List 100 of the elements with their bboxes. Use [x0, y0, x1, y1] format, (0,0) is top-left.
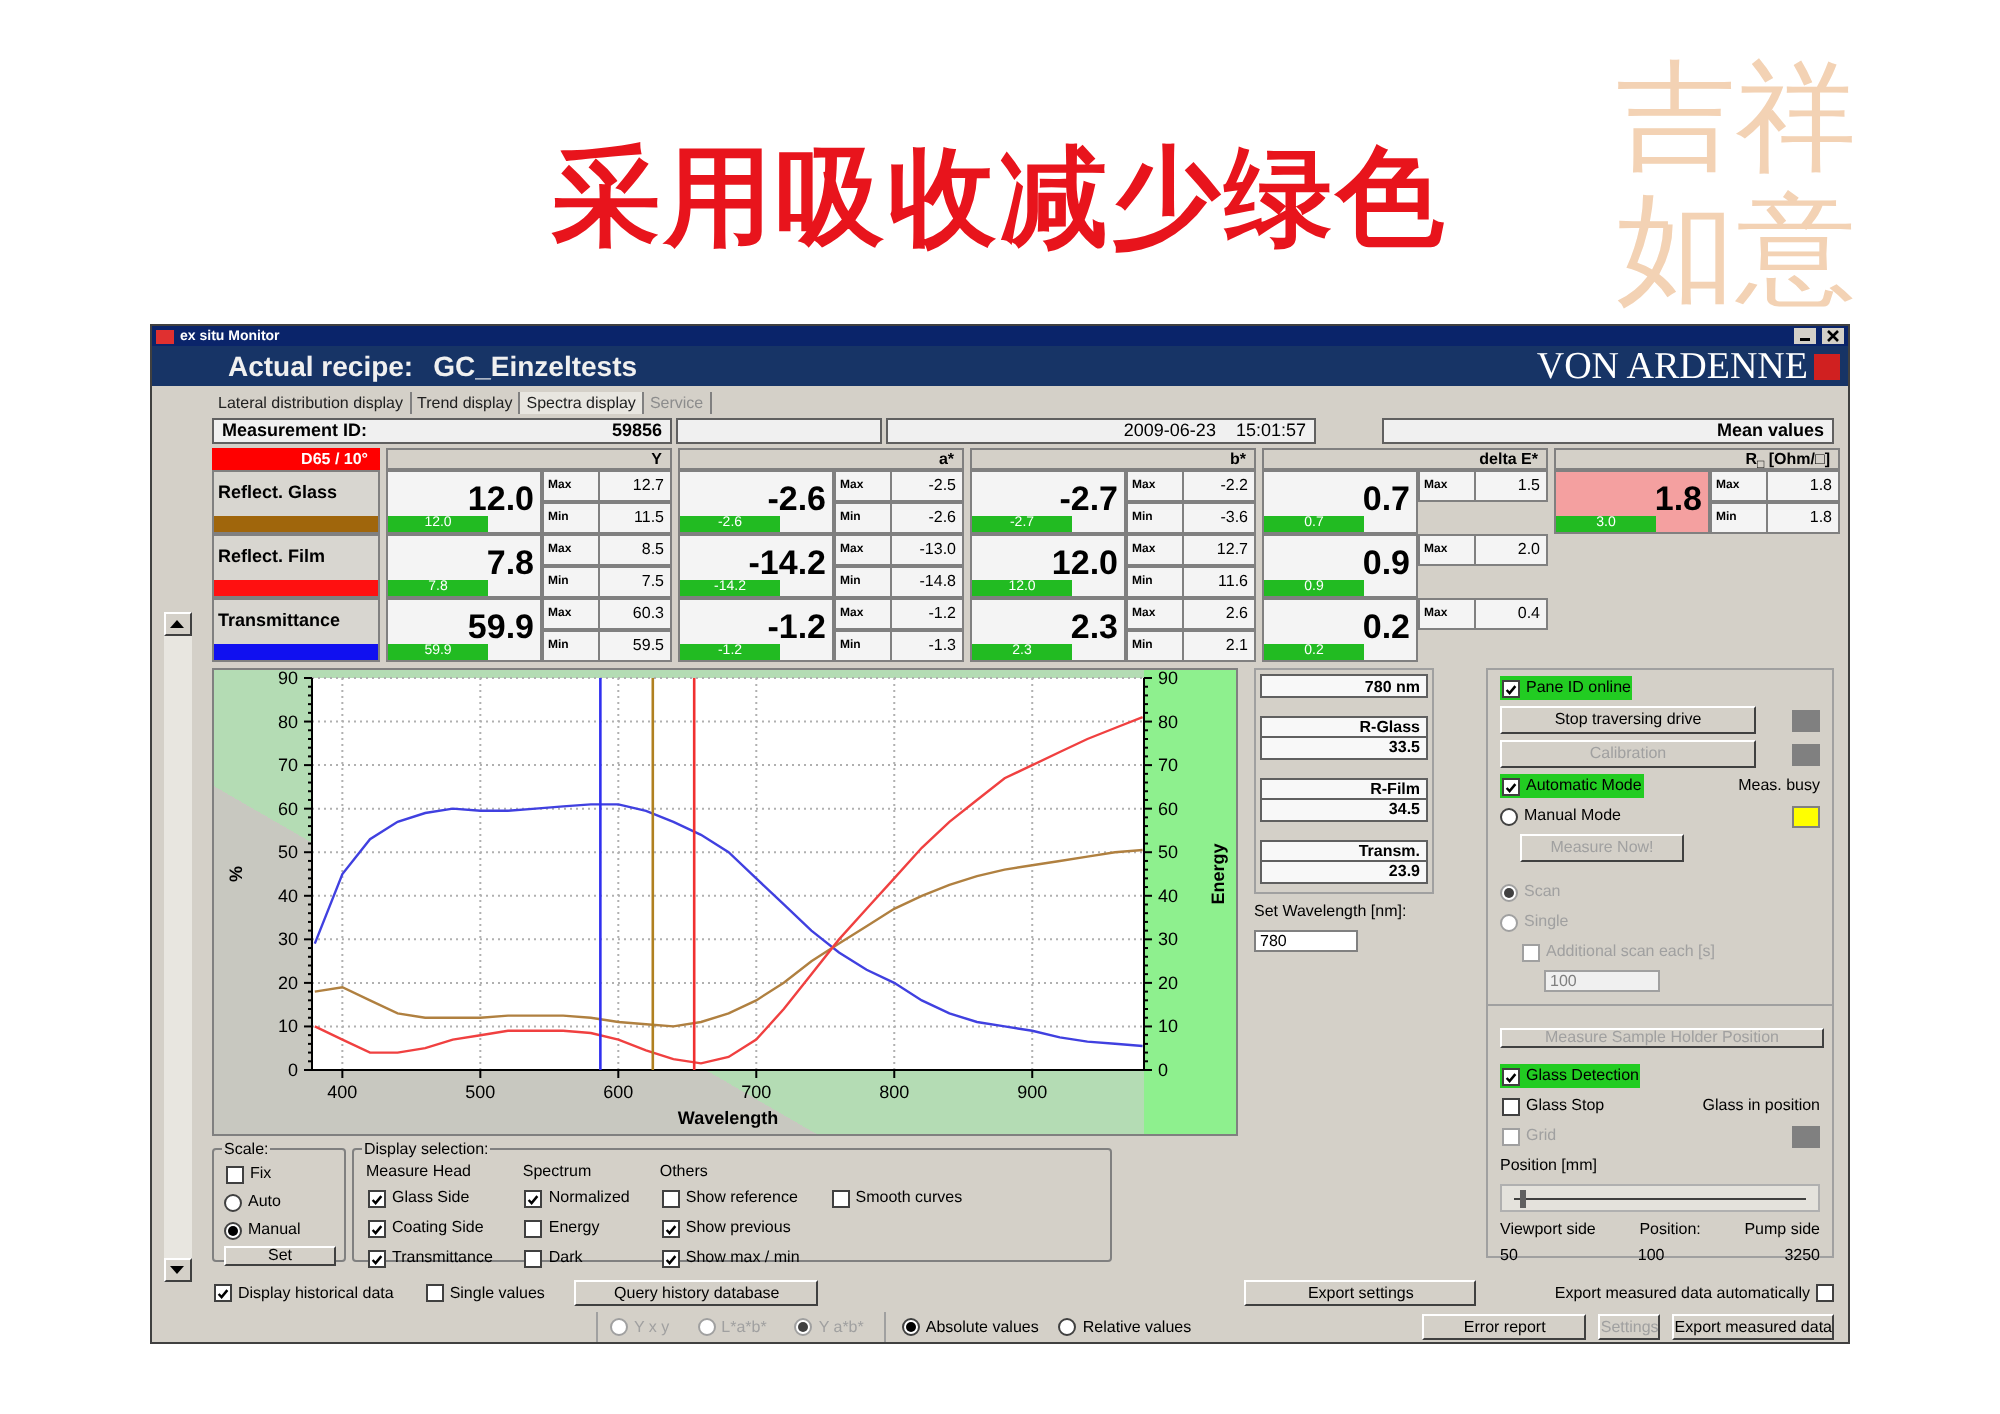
minimize-button[interactable] — [1794, 328, 1816, 344]
min-value: 11.6 — [1216, 570, 1250, 594]
close-icon — [1826, 330, 1840, 342]
max-value: 8.5 — [639, 538, 666, 562]
position-value: 100 — [1637, 1244, 1665, 1268]
column-header: b* — [970, 448, 1256, 470]
axis-title: Wavelength — [677, 1108, 779, 1128]
tick-label: 10 — [1158, 1016, 1179, 1037]
tick-label: 900 — [1017, 1082, 1048, 1102]
tick-label: 70 — [277, 755, 298, 776]
tick-label: 800 — [879, 1082, 910, 1102]
position-label: Viewport side — [1500, 1218, 1596, 1242]
query-history-button[interactable]: Query history database — [574, 1280, 819, 1306]
tick-label: 40 — [1158, 885, 1179, 906]
checkbox[interactable]: Display historical data — [212, 1281, 396, 1305]
column-header: delta E* — [1262, 448, 1548, 470]
readout-value: 34.5 — [1260, 800, 1428, 822]
checkbox[interactable]: Dark — [522, 1246, 632, 1270]
position-label: Position: — [1639, 1218, 1701, 1242]
min-value: -2.6 — [926, 506, 958, 530]
close-button[interactable] — [1822, 328, 1844, 344]
checkbox[interactable]: Energy — [522, 1216, 632, 1240]
tick-label: 30 — [1158, 929, 1179, 950]
group-label: Display selection: — [362, 1138, 491, 1162]
row-label: Reflect. Film — [216, 544, 326, 571]
checkmark-icon — [1504, 681, 1518, 697]
max-value: 0.4 — [1515, 602, 1542, 626]
export-data-button[interactable]: Export measured data — [1672, 1314, 1834, 1340]
max-value: -13.0 — [917, 538, 958, 562]
radio-button[interactable] — [1058, 1318, 1077, 1336]
tab[interactable]: Spectra display — [520, 392, 644, 414]
tick-label: 0 — [1158, 1060, 1169, 1080]
checkbox[interactable]: Normalized — [522, 1186, 632, 1210]
status-label: Meas. busy — [1738, 774, 1820, 798]
checkbox[interactable]: Single values — [423, 1281, 547, 1305]
value-text: -1.2 — [767, 610, 826, 644]
radio-button[interactable] — [901, 1318, 920, 1336]
axis-title: Energy — [1208, 843, 1228, 905]
checkmark-icon — [216, 1286, 230, 1302]
scroll-down-button[interactable] — [163, 1258, 191, 1282]
measurement-date: 2009-06-23 — [1123, 417, 1216, 444]
stop-button[interactable]: Stop traversing drive — [1500, 706, 1756, 734]
tick-label: 80 — [1158, 711, 1179, 732]
checkbox[interactable]: Pane ID online — [1500, 676, 1633, 700]
input-field[interactable]: 780 — [1254, 930, 1358, 952]
min-value: -14.8 — [917, 570, 958, 594]
column-heading: Measure Head — [366, 1162, 473, 1180]
max-value: 1.5 — [1515, 474, 1542, 498]
max-value: 60.3 — [630, 602, 666, 626]
checkbox[interactable]: Transmittance — [366, 1246, 495, 1270]
column-header: R$_{□}$ [Ohm/□] — [1554, 448, 1840, 470]
position-value: 50 — [1500, 1244, 1518, 1268]
readout-value: 33.5 — [1260, 738, 1428, 760]
recipe-name: GC_Einzeltests — [433, 347, 638, 385]
measurement-id: 59856 — [611, 417, 662, 444]
column-header: Y — [386, 448, 672, 470]
column-heading: Others — [659, 1162, 710, 1180]
radio-label: Manual Mode — [1524, 804, 1621, 828]
radio-button[interactable] — [224, 1221, 242, 1239]
checkbox[interactable]: Smooth curves — [829, 1186, 965, 1210]
tab[interactable]: Lateral distribution display — [212, 392, 411, 414]
radio-button[interactable] — [224, 1193, 242, 1211]
recipe-label: Actual recipe: — [228, 347, 414, 386]
readout-label: Transm. — [1260, 840, 1428, 862]
value-text: 59.9 — [467, 610, 534, 644]
tick-label: 20 — [277, 972, 298, 993]
slider-thumb[interactable] — [1519, 1190, 1526, 1208]
checkmark-icon — [526, 1191, 541, 1207]
checkbox[interactable]: Show max / min — [659, 1246, 802, 1270]
axis-title: % — [226, 866, 246, 882]
checkmark-icon — [1504, 1069, 1518, 1085]
scroll-up-button[interactable] — [163, 612, 191, 636]
min-value: 59.5 — [630, 634, 666, 658]
value-text: 2.3 — [1070, 610, 1118, 644]
checkbox[interactable]: Glass Side — [366, 1186, 495, 1210]
max-value: -1.2 — [926, 602, 958, 626]
radio-button[interactable] — [1500, 807, 1518, 825]
checkbox[interactable]: Show previous — [659, 1216, 802, 1240]
field-label: Set Wavelength [nm]: — [1254, 900, 1409, 924]
min-value: -1.3 — [926, 634, 958, 658]
tick-label: 500 — [465, 1082, 496, 1102]
checkbox[interactable]: Glass Stop — [1500, 1094, 1607, 1118]
checkbox[interactable]: Automatic Mode — [1500, 774, 1644, 798]
value-text: -14.2 — [748, 546, 826, 580]
checkbox[interactable]: Fix — [224, 1162, 336, 1186]
max-value: -2.5 — [926, 474, 958, 498]
checkbox[interactable]: Export measured data automatically — [1554, 1281, 1834, 1305]
min-value: 1.8 — [1807, 506, 1834, 530]
checkbox[interactable]: Coating Side — [366, 1216, 495, 1240]
checkbox[interactable]: Show reference — [659, 1186, 802, 1210]
max-value: 2.6 — [1223, 602, 1250, 626]
slide-title: 采用吸收减少绿色 — [552, 144, 1448, 252]
max-value: 2.0 — [1515, 538, 1542, 562]
export-settings-button[interactable]: Export settings — [1244, 1280, 1477, 1306]
error-report-button[interactable]: Error report — [1422, 1314, 1587, 1340]
tick-label: 600 — [603, 1082, 634, 1102]
value-text: 0.7 — [1362, 482, 1410, 516]
triangle-down-icon — [170, 1266, 184, 1274]
checkbox[interactable]: Glass Detection — [1500, 1064, 1641, 1088]
set-button[interactable]: Set — [224, 1246, 336, 1266]
